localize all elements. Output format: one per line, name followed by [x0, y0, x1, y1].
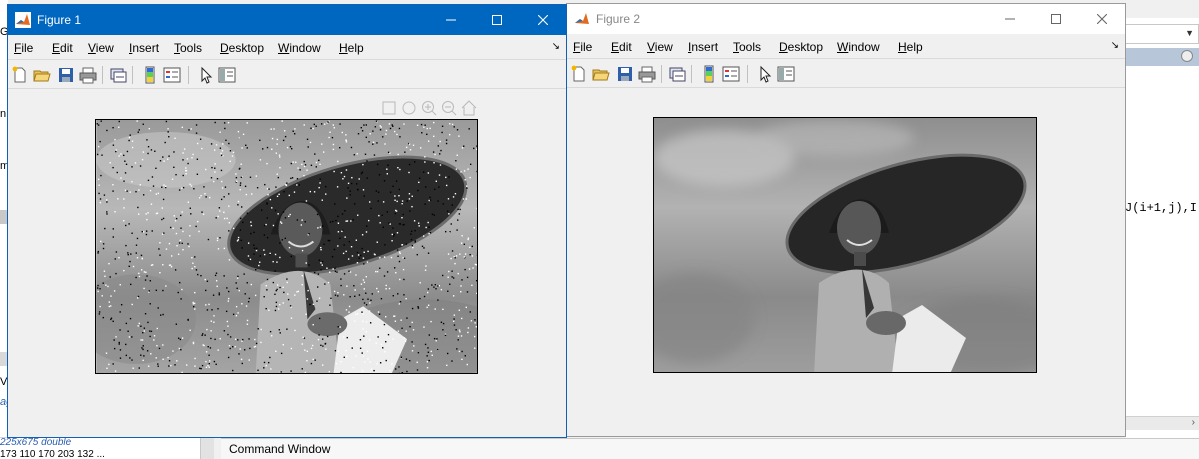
figure1-menubar: File Edit View Insert Tools Desktop Wind…: [8, 35, 566, 59]
figure1-toolbar: [8, 59, 566, 89]
print-icon[interactable]: [638, 65, 656, 83]
insert-colorbar-icon[interactable]: [700, 65, 718, 83]
save-icon[interactable]: [616, 65, 634, 83]
new-figure-icon[interactable]: [11, 66, 29, 84]
minimize-button[interactable]: [987, 4, 1033, 34]
menu-insert[interactable]: Insert: [688, 40, 718, 54]
insert-colorbar-icon[interactable]: [141, 66, 159, 84]
dock-figure-icon[interactable]: ↘: [1111, 40, 1119, 51]
figure1-titlebar[interactable]: Figure 1: [8, 5, 566, 35]
scroll-right-icon[interactable]: ›: [1192, 417, 1195, 428]
minimize-icon: [1005, 18, 1015, 20]
menu-edit[interactable]: Edit: [611, 40, 632, 54]
noisy-grayscale-image[interactable]: [95, 119, 478, 374]
toolbar-separator: [661, 65, 662, 83]
toolbar-separator: [102, 66, 103, 84]
figure1-window[interactable]: Figure 1 File Edit View Insert Tools Des…: [7, 4, 567, 438]
window-title: Figure 2: [596, 12, 641, 26]
close-icon: [538, 15, 548, 25]
left-fragment: n: [0, 108, 7, 120]
image-render: [96, 120, 477, 373]
menu-edit[interactable]: Edit: [52, 41, 73, 55]
menu-tools[interactable]: Tools: [174, 41, 202, 55]
current-folder-combo[interactable]: ▼: [1125, 24, 1199, 44]
menu-insert[interactable]: Insert: [129, 41, 159, 55]
menu-window[interactable]: Window: [837, 40, 880, 54]
matlab-logo-icon: [575, 13, 589, 24]
menu-label: ile: [21, 41, 34, 55]
toolbar-separator: [691, 65, 692, 83]
axes-toolbar: [382, 100, 477, 116]
menu-desktop[interactable]: Desktop: [220, 41, 264, 55]
editor-panel-edge: ▼ J(i+1,j),I ›: [1125, 18, 1199, 438]
show-plot-tools-icon[interactable]: [777, 65, 795, 83]
edit-plot-icon[interactable]: [197, 66, 215, 84]
open-file-icon[interactable]: [33, 66, 51, 84]
menu-view[interactable]: View: [647, 40, 673, 54]
new-figure-icon[interactable]: [570, 65, 588, 83]
filtered-grayscale-image[interactable]: [653, 117, 1037, 373]
menu-window[interactable]: Window: [278, 41, 321, 55]
menu-file[interactable]: File: [573, 40, 592, 54]
close-icon: [1097, 14, 1107, 24]
save-icon[interactable]: [57, 66, 75, 84]
link-plot-icon[interactable]: [109, 66, 127, 84]
show-plot-tools-icon[interactable]: [218, 66, 236, 84]
workspace-scrollbar[interactable]: [200, 437, 214, 459]
close-button[interactable]: [520, 5, 566, 35]
zoom-in-icon[interactable]: [422, 101, 437, 116]
maximize-button[interactable]: [1033, 4, 1079, 34]
menu-help[interactable]: Help: [339, 41, 364, 55]
dock-figure-icon[interactable]: ↘: [552, 41, 560, 52]
brush-icon[interactable]: [382, 101, 396, 115]
toolbar-separator: [188, 66, 189, 84]
print-icon[interactable]: [79, 66, 97, 84]
editor-code-fragment: J(i+1,j),I: [1125, 201, 1198, 215]
command-window-title[interactable]: Command Window: [221, 438, 1199, 459]
editor-menu-icon[interactable]: [1181, 50, 1193, 62]
image-render: [654, 118, 1036, 372]
matlab-logo-icon: [15, 12, 31, 28]
link-plot-icon[interactable]: [668, 65, 686, 83]
maximize-icon: [1051, 14, 1061, 24]
minimize-button[interactable]: [428, 5, 474, 35]
menu-view[interactable]: View: [88, 41, 114, 55]
figure2-toolbar: [567, 58, 1125, 88]
figure2-window[interactable]: Figure 2 File Edit View Insert Tools Des…: [566, 3, 1126, 437]
editor-horizontal-scrollbar[interactable]: ›: [1125, 416, 1199, 430]
menu-file[interactable]: File: [14, 41, 33, 55]
menu-tools[interactable]: Tools: [733, 40, 761, 54]
figure2-titlebar[interactable]: Figure 2: [567, 4, 1125, 34]
zoom-out-icon[interactable]: [442, 101, 457, 116]
maximize-button[interactable]: [474, 5, 520, 35]
minimize-icon: [446, 19, 456, 21]
menu-desktop[interactable]: Desktop: [779, 40, 823, 54]
toolbar-separator: [747, 65, 748, 83]
workspace-variable-type: 225x675 double: [0, 437, 72, 448]
home-icon[interactable]: [461, 100, 477, 116]
window-title: Figure 1: [37, 13, 82, 27]
dropdown-arrow-icon[interactable]: ▼: [1185, 28, 1194, 38]
insert-legend-icon[interactable]: [163, 66, 181, 84]
toolbar-separator: [132, 66, 133, 84]
insert-legend-icon[interactable]: [722, 65, 740, 83]
maximize-icon: [492, 15, 502, 25]
menu-help[interactable]: Help: [898, 40, 923, 54]
open-file-icon[interactable]: [592, 65, 610, 83]
workspace-variable-values: 173 110 170 203 132 ...: [0, 449, 105, 459]
editor-title-bar: [1125, 48, 1199, 66]
pan-icon[interactable]: [402, 101, 416, 115]
edit-plot-icon[interactable]: [756, 65, 774, 83]
close-button[interactable]: [1079, 4, 1125, 34]
figure2-menubar: File Edit View Insert Tools Desktop Wind…: [567, 34, 1125, 58]
